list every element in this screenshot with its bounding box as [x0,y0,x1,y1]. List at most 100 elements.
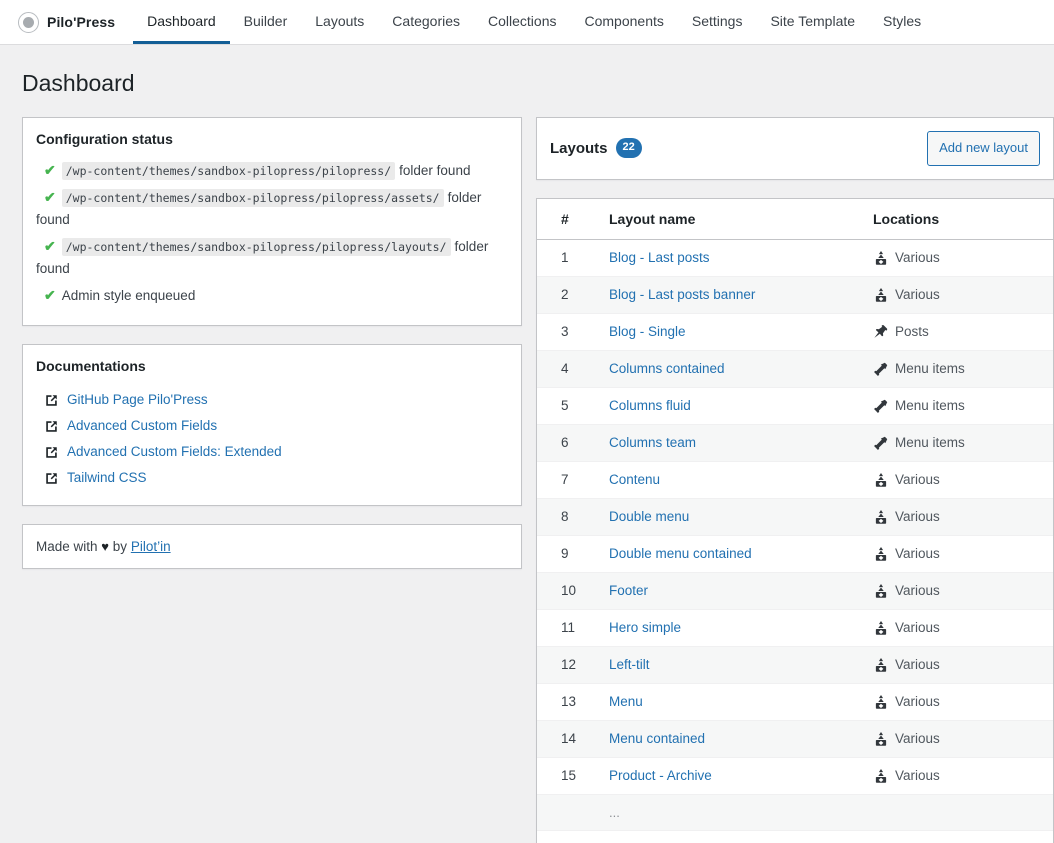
main-nav: Dashboard Builder Layouts Categories Collect… [133,0,935,44]
status-item: ✔ /wp-content/themes/sandbox-pilopress/pi… [36,186,508,231]
documentation-link[interactable]: GitHub Page Pilo'Press [67,387,208,413]
layout-name-link[interactable]: Product - Archive [609,768,712,783]
table-row: 15 Product - Archive Various [537,757,1053,795]
row-number: 13 [537,683,599,721]
layout-name-link[interactable]: Blog - Last posts [609,250,710,265]
status-item: ✔ /wp-content/themes/sandbox-pilopress/pi… [36,159,508,182]
external-link-icon [46,420,57,432]
nav-item-builder[interactable]: Builder [230,0,302,44]
networking-icon [875,657,887,672]
layout-name-link[interactable]: Blog - Single [609,324,686,339]
documentation-item[interactable]: Advanced Custom Fields: Extended [36,439,508,465]
location-label: Various [895,694,940,710]
page-title: Dashboard [22,70,135,96]
layout-name-link[interactable]: Columns contained [609,361,725,376]
nav-item-categories[interactable]: Categories [378,0,474,44]
layout-name-link[interactable]: Contenu [609,472,660,487]
location-label: Menu items [895,435,965,451]
hammer-icon [874,399,888,413]
layouts-table-head: # Layout name Locations [537,198,1053,240]
status-text: Admin style enqueued [61,288,196,304]
overflow-empty [537,794,599,831]
networking-icon [875,287,887,302]
layout-name-link[interactable]: Footer [609,583,648,598]
row-number: 6 [537,424,599,462]
row-number: 7 [537,461,599,499]
documentation-item[interactable]: GitHub Page Pilo'Press [36,387,508,413]
row-number: 10 [537,572,599,610]
location-cell: Various [873,768,1043,784]
credits-author-link[interactable]: Pilot’in [131,539,171,554]
configuration-status-title: Configuration status [36,130,173,147]
location-cell: Various [873,694,1043,710]
layout-name-link[interactable]: Double menu [609,509,689,524]
row-number: 14 [537,720,599,758]
nav-item-label: Site Template [770,12,856,29]
documentation-item[interactable]: Tailwind CSS [36,465,508,491]
layout-name-link[interactable]: Menu contained [609,731,705,746]
documentations-card: Documentations GitHub Page Pilo'Press Adv… [22,344,522,507]
layout-name-link[interactable]: Menu [609,694,643,709]
table-row: 5 Columns fluid Menu items [537,387,1053,425]
layout-name-link[interactable]: Columns team [609,435,696,450]
nav-item-site-template[interactable]: Site Template [756,0,869,44]
nav-item-styles[interactable]: Styles [869,0,935,44]
brand-name: Pilo'Press [47,14,116,30]
row-number: 8 [537,498,599,536]
location-cell: Menu items [873,398,1043,414]
table-row: 12 Left-tilt Various [537,646,1053,684]
location-cell: Various [873,509,1043,525]
configuration-status-card: Configuration status ✔ /wp-content/themes… [22,116,522,327]
documentation-link[interactable]: Advanced Custom Fields: Extended [67,439,282,465]
table-row: 8 Double menu Various [537,498,1053,536]
nav-item-components[interactable]: Components [570,0,677,44]
documentation-link[interactable]: Tailwind CSS [67,465,147,491]
nav-item-layouts[interactable]: Layouts [301,0,378,44]
location-cell: Various [873,583,1043,599]
table-row: 4 Columns contained Menu items [537,350,1053,388]
location-label: Various [895,657,940,673]
pin-icon [874,324,888,338]
documentations-title: Documentations [36,358,146,375]
status-path: /wp-content/themes/sandbox-pilopress/pil… [61,162,396,181]
row-number: 1 [537,239,599,277]
layouts-count-badge: 22 [615,138,642,159]
location-cell: Menu items [873,361,1043,377]
nav-item-label: Builder [243,12,288,29]
external-link-icon [46,472,57,484]
nav-item-label: Categories [392,12,460,29]
location-cell: Various [873,472,1043,488]
nav-item-dashboard[interactable]: Dashboard [133,0,230,44]
nav-item-label: Collections [488,12,557,29]
table-row: 2 Blog - Last posts banner Various [537,276,1053,314]
hammer-icon [874,362,888,376]
overflow-marker: ... [599,794,863,831]
networking-icon [875,250,887,265]
status-text: folder found [399,163,471,179]
check-icon: ✔ [44,162,56,179]
location-label: Various [895,620,940,636]
location-label: Various [895,472,940,488]
external-link-icon [46,394,57,406]
location-label: Various [895,250,940,266]
layout-name-link[interactable]: Blog - Last posts banner [609,287,755,302]
add-new-layout-button[interactable]: Add new layout [927,130,1040,166]
table-row: 6 Columns team Menu items [537,424,1053,462]
location-cell: Various [873,657,1043,673]
dashboard-columns: Configuration status ✔ /wp-content/themes… [0,116,1054,843]
documentation-item[interactable]: Advanced Custom Fields [36,413,508,439]
heart-icon: ♥ [101,539,110,555]
layout-name-link[interactable]: Double menu contained [609,546,752,561]
nav-item-collections[interactable]: Collections [474,0,570,44]
documentations-list: GitHub Page Pilo'Press Advanced Custom Fi… [36,387,508,491]
layout-name-link[interactable]: Hero simple [609,620,681,635]
layout-name-link[interactable]: Left-tilt [609,657,650,672]
layouts-table: # Layout name Locations 1 Blog - Last pos… [537,198,1053,831]
check-icon: ✔ [44,287,56,304]
documentation-link[interactable]: Advanced Custom Fields [67,413,217,439]
nav-item-settings[interactable]: Settings [678,0,757,44]
location-cell: Various [873,546,1043,562]
credits-middle: by [112,539,128,555]
column-header-number: # [537,198,599,240]
layout-name-link[interactable]: Columns fluid [609,398,691,413]
